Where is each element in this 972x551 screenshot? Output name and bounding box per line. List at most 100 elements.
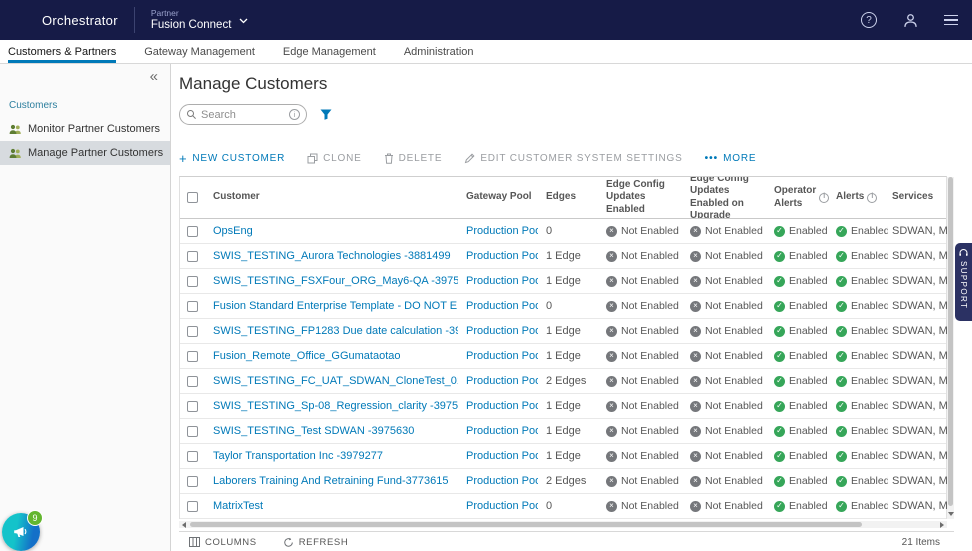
col-header-operator-alerts[interactable]: Operator Alertsi [770,177,832,218]
col-header-services[interactable]: Services [888,177,948,218]
alerts-status: ✓Enabled [832,319,888,343]
gateway-pool-link[interactable]: Production Pool [466,425,538,437]
row-checkbox[interactable] [187,226,198,237]
select-all-checkbox[interactable] [187,192,198,203]
support-tab[interactable]: SUPPORT [955,243,972,321]
row-checkbox[interactable] [187,476,198,487]
col-header-edge-config-updates[interactable]: Edge Config Updates Enabled [602,177,686,218]
row-checkbox[interactable] [187,376,198,387]
vertical-scrollbar-thumb[interactable] [948,177,953,506]
user-icon[interactable] [903,13,918,28]
tab-gateway-management[interactable]: Gateway Management [144,40,255,63]
horizontal-scrollbar-thumb[interactable] [190,522,862,527]
gateway-pool-link[interactable]: Production Pool [466,475,538,487]
customer-link[interactable]: MatrixTest [213,500,263,512]
table-row[interactable]: Fusion_Remote_Office_GGumataotao Product… [180,344,946,369]
row-checkbox[interactable] [187,351,198,362]
gateway-pool-link[interactable]: Production Pool [466,450,538,462]
status-icon: ✓ [836,501,847,512]
table-row[interactable]: SWIS_TESTING_Aurora Technologies -388149… [180,244,946,269]
sidebar-collapse-icon[interactable]: « [150,68,158,85]
col-header-alerts[interactable]: Alertsi [832,177,888,218]
row-checkbox[interactable] [187,501,198,512]
gateway-pool-link[interactable]: Production Pool [466,250,538,262]
scroll-left-arrow[interactable] [179,521,189,528]
table-row[interactable]: SWIS_TESTING_FP1283 Due date calculation… [180,319,946,344]
gateway-pool-link[interactable]: Production Pool [466,375,538,387]
table-row[interactable]: SWIS_TESTING_FSXFour_ORG_May6-QA -397567… [180,269,946,294]
row-checkbox[interactable] [187,426,198,437]
row-checkbox[interactable] [187,301,198,312]
vertical-scrollbar[interactable] [947,177,954,519]
gateway-pool-link[interactable]: Production Pool [466,300,538,312]
gateway-pool-link[interactable]: Production Pool [466,225,538,237]
status-icon: × [690,501,701,512]
row-checkbox[interactable] [187,326,198,337]
customer-link[interactable]: SWIS_TESTING_Test SDWAN -3975630 [213,425,414,437]
customer-link[interactable]: Fusion Standard Enterprise Template - DO… [213,300,458,312]
edges-count: 1 Edge [542,244,602,268]
scroll-right-arrow[interactable] [937,521,947,528]
search-input[interactable] [201,109,285,121]
tab-administration[interactable]: Administration [404,40,474,63]
table-row[interactable]: SWIS_TESTING_FC_UAT_SDWAN_CloneTest_01 -… [180,369,946,394]
clone-button: CLONE [307,153,361,164]
table-row[interactable]: SWIS_TESTING_Sp-08_Regression_clarity -3… [180,394,946,419]
scroll-down-arrow[interactable] [947,509,954,518]
status-icon: × [606,226,617,237]
customer-link[interactable]: OpsEng [213,225,253,237]
customer-link[interactable]: SWIS_TESTING_FC_UAT_SDWAN_CloneTest_01 -… [213,375,458,387]
gateway-pool-link[interactable]: Production Pool [466,350,538,362]
customer-link[interactable]: Laborers Training And Retraining Fund-37… [213,475,448,487]
table-row[interactable]: Fusion Standard Enterprise Template - DO… [180,294,946,319]
edit-customer-system-settings-button: EDIT CUSTOMER SYSTEM SETTINGS [464,153,682,164]
edge-config-updates-status: ×Not Enabled [602,219,686,243]
announcements-button[interactable]: 9 [2,513,40,551]
table-row[interactable]: Taylor Transportation Inc -3979277 Produ… [180,444,946,469]
row-checkbox[interactable] [187,401,198,412]
filter-icon[interactable] [320,109,332,120]
customer-link[interactable]: Taylor Transportation Inc -3979277 [213,450,383,462]
gateway-pool-link[interactable]: Production Pool [466,275,538,287]
table-row[interactable]: SWIS_TESTING_Test SDWAN -3975630 Product… [180,419,946,444]
info-icon[interactable]: i [867,193,877,203]
refresh-button[interactable]: REFRESH [283,537,349,548]
col-header-gateway-pool[interactable]: Gateway Pool [462,177,542,218]
status-text: Not Enabled [705,325,763,337]
gateway-pool-link[interactable]: Production Pool [466,500,538,512]
delete-button: DELETE [384,153,443,164]
sidebar-item-manage-partner-customers[interactable]: Manage Partner Customers [0,141,170,165]
status-icon: × [606,501,617,512]
gateway-pool-link[interactable]: Production Pool [466,400,538,412]
menu-icon[interactable] [944,15,958,26]
table-row[interactable]: Laborers Training And Retraining Fund-37… [180,469,946,494]
help-icon[interactable]: ? [861,12,877,28]
col-header-edge-config-updates-upgrade[interactable]: Edge Config Updates Enabled on Upgrade [686,177,770,218]
customer-link[interactable]: Fusion_Remote_Office_GGumataotao [213,350,401,362]
customer-link[interactable]: SWIS_TESTING_FP1283 Due date calculation… [213,325,458,337]
status-text: Not Enabled [705,300,763,312]
col-header-edges[interactable]: Edges [542,177,602,218]
tab-customers-and-partners[interactable]: Customers & Partners [8,40,116,63]
columns-button[interactable]: COLUMNS [189,537,257,548]
horizontal-scrollbar[interactable] [179,521,947,528]
gateway-pool-link[interactable]: Production Pool [466,325,538,337]
partner-selector[interactable]: Partner Fusion Connect [151,8,249,33]
tab-edge-management[interactable]: Edge Management [283,40,376,63]
row-checkbox[interactable] [187,451,198,462]
status-icon: × [690,376,701,387]
customer-link[interactable]: SWIS_TESTING_Sp-08_Regression_clarity -3… [213,400,458,412]
customer-link[interactable]: SWIS_TESTING_Aurora Technologies -388149… [213,250,451,262]
customer-link[interactable]: SWIS_TESTING_FSXFour_ORG_May6-QA -397567… [213,275,458,287]
col-header-customer[interactable]: Customer [205,177,462,218]
table-row[interactable]: OpsEng Production Pool 0 ×Not Enabled ×N… [180,219,946,244]
new-customer-button[interactable]: + NEW CUSTOMER [179,153,285,164]
row-checkbox[interactable] [187,276,198,287]
sidebar-item-monitor-partner-customers[interactable]: Monitor Partner Customers [0,117,170,141]
more-button[interactable]: ••• MORE [705,153,757,164]
info-icon[interactable]: i [819,193,829,203]
row-checkbox[interactable] [187,251,198,262]
search-info-icon[interactable]: i [289,109,300,120]
table-row[interactable]: MatrixTest Production Pool 0 ×Not Enable… [180,494,946,519]
edges-count: 1 Edge [542,269,602,293]
